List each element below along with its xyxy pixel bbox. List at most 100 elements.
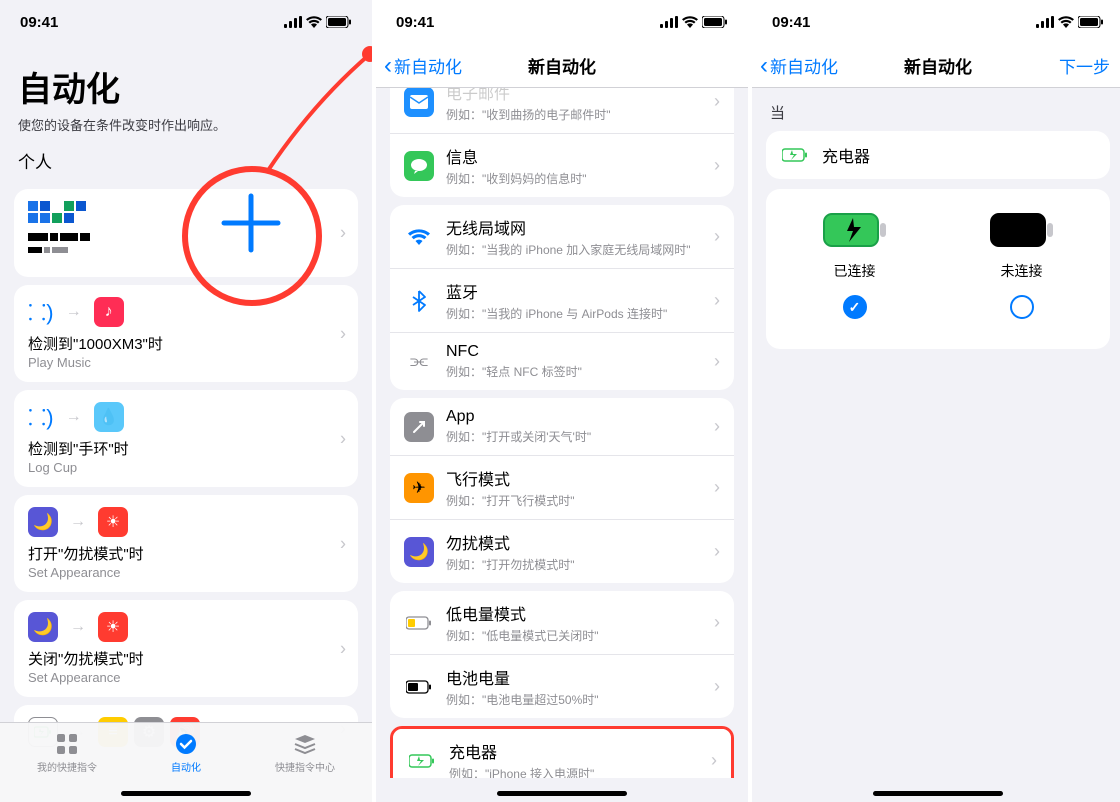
tab-my-shortcuts[interactable]: 我的快捷指令 xyxy=(37,731,97,774)
screen-automation-home: 09:41 自动化 使您的设备在条件改变时作出响应。 个人 › ⸬) xyxy=(0,0,372,802)
automation-item[interactable]: ⸬) → ♪ 检测到"1000XM3"时 Play Music › xyxy=(14,285,358,382)
status-bar: 09:41 xyxy=(376,0,748,44)
condition-row[interactable]: 充电器 xyxy=(766,131,1110,179)
wifi-icon xyxy=(306,16,322,28)
option-label: 未连接 xyxy=(1001,261,1043,281)
screen-new-automation-triggers: 09:41 ‹ 新自动化 新自动化 电子邮件例如："收到曲扬的电子邮件时" › … xyxy=(376,0,748,802)
wifi-icon xyxy=(682,16,698,28)
trigger-battery-level[interactable]: 电池电量例如："电池电量超过50%时" › xyxy=(390,654,734,718)
condition-title: 充电器 xyxy=(822,143,1096,167)
chevron-right-icon: › xyxy=(714,91,720,112)
trigger-messages[interactable]: 信息例如："收到妈妈的信息时" › xyxy=(390,133,734,197)
chevron-right-icon: › xyxy=(714,612,720,633)
page-subtitle: 使您的设备在条件改变时作出响应。 xyxy=(18,115,354,134)
home-indicator[interactable] xyxy=(121,791,251,796)
automation-subtitle: Set Appearance xyxy=(28,565,344,580)
automation-item[interactable]: 🌙 → ☀ 关闭"勿扰模式"时 Set Appearance › xyxy=(14,600,358,697)
nav-title: 新自动化 xyxy=(904,53,972,78)
wifi-icon xyxy=(1058,16,1074,28)
status-time: 09:41 xyxy=(396,14,434,31)
tab-gallery[interactable]: 快捷指令中心 xyxy=(275,731,335,774)
trigger-title: 低电量模式 xyxy=(446,601,708,625)
back-button[interactable]: ‹ 新自动化 xyxy=(760,52,838,80)
trigger-desc: 例如："打开飞行模式时" xyxy=(446,492,708,509)
tab-bar: 我的快捷指令 自动化 快捷指令中心 xyxy=(0,722,372,802)
water-app-icon: 💧 xyxy=(94,402,124,432)
add-automation-button[interactable] xyxy=(206,178,296,268)
automation-title: 检测到"1000XM3"时 xyxy=(28,333,344,354)
trigger-desc: 例如："打开勿扰模式时" xyxy=(446,556,708,573)
automation-item-top[interactable]: › xyxy=(14,189,358,277)
trigger-group: 电子邮件例如："收到曲扬的电子邮件时" › 信息例如："收到妈妈的信息时" › xyxy=(390,88,734,197)
automation-title: 打开"勿扰模式"时 xyxy=(28,543,344,564)
automation-item[interactable]: 🌙 → ☀ 打开"勿扰模式"时 Set Appearance › xyxy=(14,495,358,592)
automation-list[interactable]: › ⸬) → ♪ 检测到"1000XM3"时 Play Music › ⸬) →… xyxy=(0,181,372,793)
status-time: 09:41 xyxy=(772,14,810,31)
home-indicator[interactable] xyxy=(497,791,627,796)
trigger-charger[interactable]: 充电器例如："iPhone 接入电源时" › xyxy=(393,729,731,778)
trigger-title: 无线局域网 xyxy=(446,215,708,239)
trigger-group: 低电量模式例如："低电量模式已关闭时" › 电池电量例如："电池电量超过50%时… xyxy=(390,591,734,718)
chevron-right-icon: › xyxy=(714,676,720,697)
trigger-title: 勿扰模式 xyxy=(446,530,708,554)
radio-unchecked-icon[interactable] xyxy=(1010,295,1034,319)
nav-title: 新自动化 xyxy=(528,53,596,78)
chevron-right-icon: › xyxy=(714,477,720,498)
bluetooth-detect-icon: ⸬) xyxy=(28,402,54,432)
option-connected[interactable]: 已连接 xyxy=(776,213,933,319)
status-icons xyxy=(1036,16,1104,28)
trigger-app[interactable]: App例如："打开或关闭'天气'时" › xyxy=(390,398,734,455)
chevron-right-icon: › xyxy=(714,351,720,372)
status-bar: 09:41 xyxy=(0,0,372,44)
trigger-desc: 例如："iPhone 接入电源时" xyxy=(449,765,705,778)
tab-label: 自动化 xyxy=(171,759,201,774)
trigger-desc: 例如："低电量模式已关闭时" xyxy=(446,627,708,644)
tab-automation[interactable]: 自动化 xyxy=(171,731,201,774)
trigger-title: 充电器 xyxy=(449,739,705,763)
trigger-airplane[interactable]: ✈ 飞行模式例如："打开飞行模式时" › xyxy=(390,455,734,519)
back-button[interactable]: ‹ 新自动化 xyxy=(384,52,462,80)
when-label: 当 xyxy=(770,102,1106,123)
status-bar: 09:41 xyxy=(752,0,1120,44)
trigger-desc: 例如："当我的 iPhone 加入家庭无线局域网时" xyxy=(446,241,708,258)
status-icons xyxy=(284,16,352,28)
trigger-dnd[interactable]: 🌙 勿扰模式例如："打开勿扰模式时" › xyxy=(390,519,734,583)
arrow-right-icon: → xyxy=(70,618,86,636)
cellular-icon xyxy=(660,16,678,28)
trigger-title: 飞行模式 xyxy=(446,466,708,490)
trigger-list[interactable]: 电子邮件例如："收到曲扬的电子邮件时" › 信息例如："收到妈妈的信息时" › … xyxy=(376,88,748,778)
charger-icon xyxy=(780,140,810,170)
option-label: 已连接 xyxy=(834,261,876,281)
music-app-icon: ♪ xyxy=(94,297,124,327)
battery-level-icon xyxy=(404,672,434,702)
grid-icon xyxy=(54,731,80,757)
chevron-right-icon: › xyxy=(711,750,717,771)
trigger-title: App xyxy=(446,408,708,426)
chevron-right-icon: › xyxy=(714,155,720,176)
automation-subtitle: Set Appearance xyxy=(28,670,344,685)
battery-full-icon xyxy=(990,213,1054,247)
cellular-icon xyxy=(284,16,302,28)
radio-checked-icon[interactable] xyxy=(843,295,867,319)
page-title: 自动化 xyxy=(18,62,354,111)
home-indicator[interactable] xyxy=(873,791,1003,796)
trigger-title: 信息 xyxy=(446,144,708,168)
automation-item[interactable]: ⸬) → 💧 检测到"手环"时 Log Cup › xyxy=(14,390,358,487)
back-label: 新自动化 xyxy=(394,53,462,78)
back-label: 新自动化 xyxy=(770,53,838,78)
trigger-desc: 例如："当我的 iPhone 与 AirPods 连接时" xyxy=(446,305,708,322)
trigger-wifi[interactable]: 无线局域网例如："当我的 iPhone 加入家庭无线局域网时" › xyxy=(390,205,734,268)
trigger-nfc[interactable]: ⫘ NFC例如："轻点 NFC 标签时" › xyxy=(390,332,734,390)
automation-title: 检测到"手环"时 xyxy=(28,438,344,459)
option-disconnected[interactable]: 未连接 xyxy=(943,213,1100,319)
chevron-right-icon: › xyxy=(714,226,720,247)
next-button[interactable]: 下一步 xyxy=(1059,53,1110,78)
status-time: 09:41 xyxy=(20,14,58,31)
trigger-bluetooth[interactable]: 蓝牙例如："当我的 iPhone 与 AirPods 连接时" › xyxy=(390,268,734,332)
trigger-mail[interactable]: 电子邮件例如："收到曲扬的电子邮件时" › xyxy=(390,88,734,133)
highlighted-trigger: 充电器例如："iPhone 接入电源时" › xyxy=(390,726,734,778)
cellular-icon xyxy=(1036,16,1054,28)
dnd-icon: 🌙 xyxy=(404,537,434,567)
trigger-low-power[interactable]: 低电量模式例如："低电量模式已关闭时" › xyxy=(390,591,734,654)
automation-title: 关闭"勿扰模式"时 xyxy=(28,648,344,669)
